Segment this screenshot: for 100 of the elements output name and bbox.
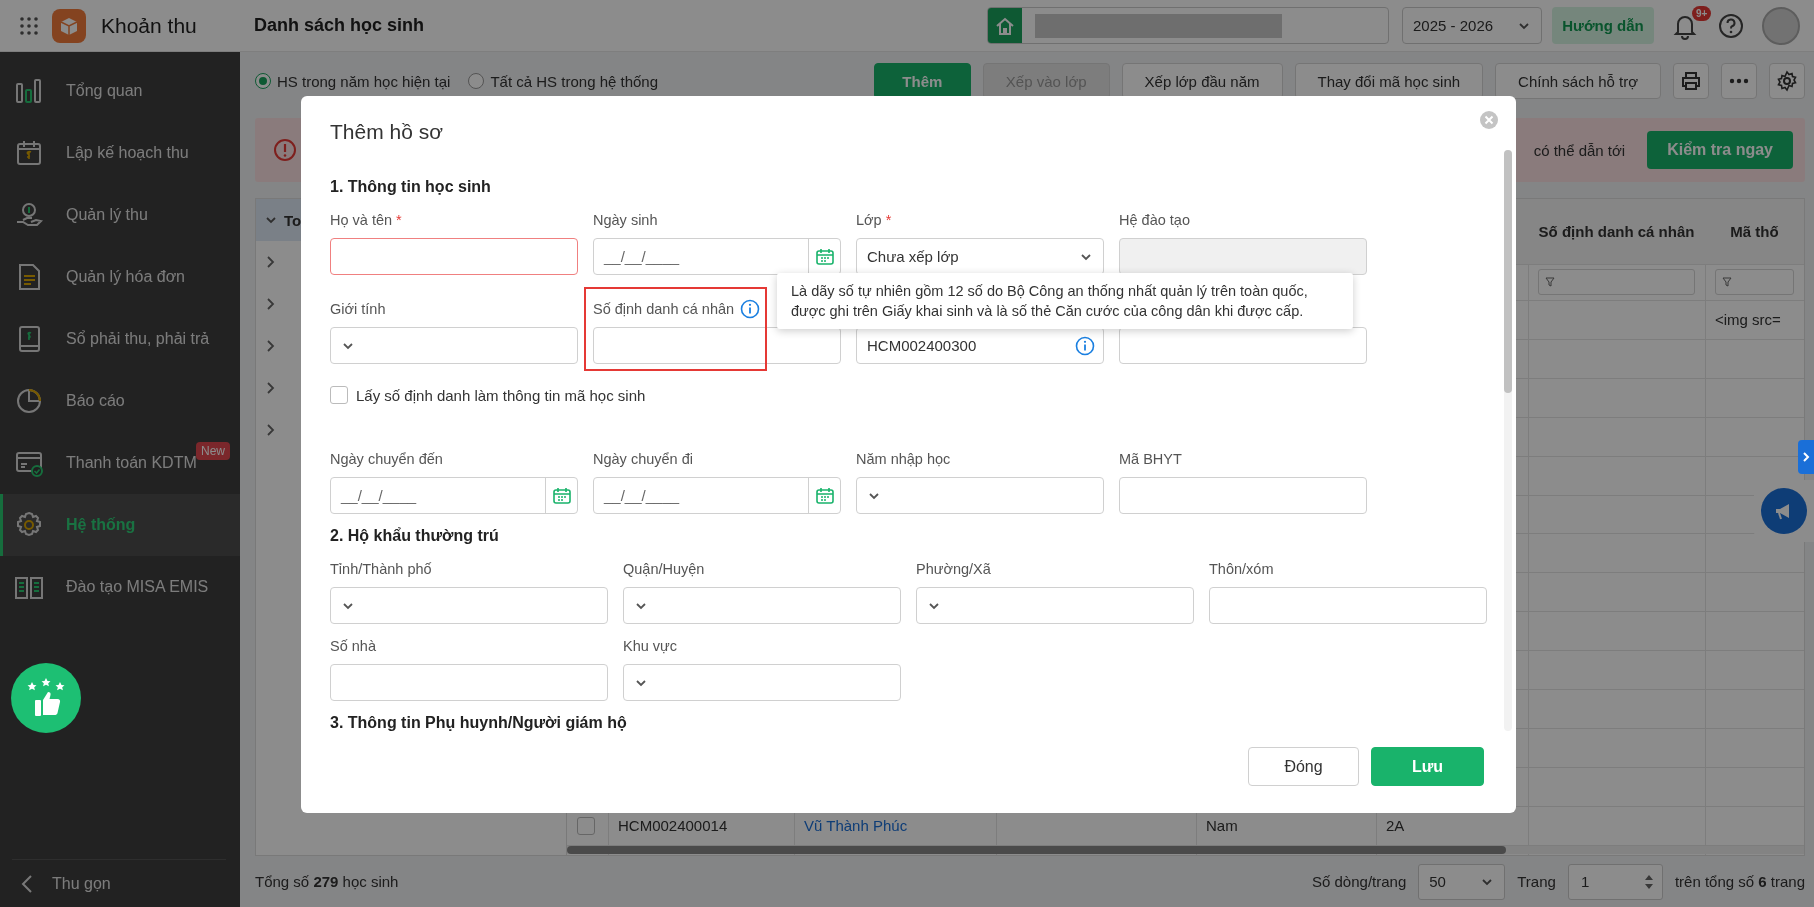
select-field[interactable]: Chưa xếp lớp [856,238,1104,275]
expand-tab[interactable] [1798,440,1814,474]
field-label: Ngày chuyển đến [330,451,443,467]
sidebar-item[interactable]: Lập kế hoạch thu [0,122,240,184]
more-button[interactable] [1721,63,1757,99]
select-field[interactable] [330,587,608,624]
radio-button[interactable] [468,73,485,89]
alert-text: có thể dẫn tới [1533,141,1626,159]
page-title: Danh sách học sinh [254,15,425,36]
field-label: Số nhà [330,638,376,654]
printer-icon [1680,70,1702,92]
input-field[interactable]: HCM002400300 [856,327,1104,364]
toolbar-button[interactable]: Thay đổi mã học sinh [1294,63,1484,99]
calendar-icon[interactable] [814,485,835,506]
row-checkbox[interactable] [577,817,595,835]
info-icon[interactable] [1075,335,1095,356]
apps-icon[interactable] [20,16,38,35]
field-label: Quận/Huyện [623,561,705,577]
select-field[interactable] [623,664,901,701]
select-field[interactable] [856,477,1104,514]
toolbar-button[interactable]: Xếp lớp đầu năm [1121,63,1283,99]
total-count: Tổng số 279 học sinh [255,873,399,890]
calendar-icon[interactable] [551,485,572,506]
info-icon[interactable] [740,299,761,319]
input-field[interactable] [1209,587,1487,624]
field-label: Hệ đào tạo [1119,212,1190,228]
school-field[interactable] [987,7,1389,44]
save-button[interactable]: Lưu [1371,747,1484,786]
print-button[interactable] [1673,63,1709,99]
avatar[interactable] [1762,6,1800,45]
field-label: Năm nhập học [856,451,951,467]
filter-field[interactable] [1715,269,1794,296]
date-field[interactable]: __/__/____ [593,477,841,514]
settings-icon [1776,70,1798,92]
tooltip-text: Là dãy số tự nhiên gồm 12 số do Bộ Công an thống nhất quản lý trên toàn quốc, [791,282,1309,301]
app-logo [52,8,86,43]
field-label: Phường/Xã [916,561,991,577]
sidebar-item[interactable]: Báo cáo [0,370,240,432]
app-title: Khoản thu [101,13,198,38]
calendar-icon[interactable] [814,246,835,267]
field-label: Mã BHYT [1119,451,1182,467]
sidebar-item[interactable]: Hệ thống [0,494,240,556]
input-field[interactable] [330,238,578,275]
sidebar-item[interactable]: Quản lý hóa đơn [0,246,240,308]
dialog-title: Thêm hồ sơ [329,119,444,145]
table-cell-text: Nam [1205,816,1239,837]
page-label: Trang [1517,873,1556,890]
field-label: Giới tính [330,301,386,317]
checkbox[interactable] [330,386,348,404]
megaphone-button[interactable] [1761,488,1807,534]
page-field[interactable]: 1 [1567,863,1663,900]
field-label: Ngày sinh [593,212,658,228]
close-button[interactable]: Đóng [1248,747,1359,786]
menu-icon [14,138,44,168]
guide-button[interactable]: Hướng dẫn [1552,7,1654,44]
toolbar-button[interactable]: Thêm [873,63,971,99]
section-title: 3. Thông tin Phụ huynh/Người giám hộ [330,714,628,733]
filter-icon[interactable] [1545,277,1555,288]
sidebar-item[interactable]: Đào tạo MISA EMIS [0,556,240,618]
date-field[interactable]: __/__/____ [330,477,578,514]
field-label: Thôn/xóm [1209,561,1274,577]
radio-label: HS trong năm học hiện tại [277,72,451,90]
help-icon[interactable] [1718,12,1744,39]
sidebar-item[interactable]: Tổng quan [0,60,240,122]
radio-label: Tất cả HS trong hệ thống [490,72,659,90]
sidebar-item[interactable]: Sổ phải thu, phải trả [0,308,240,370]
filter-icon[interactable] [1722,277,1732,288]
input-field[interactable] [1119,327,1367,364]
radio-button[interactable] [255,73,271,89]
year-select[interactable]: 2025 - 2026 [1402,7,1542,44]
input-field[interactable] [1119,477,1367,514]
field-label: Lớp * [856,212,892,228]
table-cell-text: <img src= [1714,310,1782,331]
settings-button[interactable] [1769,63,1805,99]
scrollbar[interactable] [1504,150,1512,393]
chevron-left-icon [20,873,34,894]
section-title: 2. Hộ khẩu thường trú [330,527,500,546]
new-badge: New [196,442,230,460]
date-field[interactable]: __/__/____ [593,238,841,275]
collapse-button[interactable]: Thu gọn [12,859,226,907]
scrollbar[interactable] [567,846,1506,854]
input-field[interactable] [593,327,841,364]
filter-field[interactable] [1538,269,1695,296]
menu-icon [14,76,44,106]
select-field[interactable] [330,327,578,364]
input-field[interactable] [330,664,608,701]
table-cell-text: HCM002400014 [617,816,729,837]
select-field[interactable] [623,587,901,624]
column-header: Mã thố [1729,221,1780,242]
column-header: Số định danh cá nhân [1537,221,1696,242]
checkbox-label: Lấy số định danh làm thông tin mã học sinh [356,386,646,404]
more-icon [1729,78,1749,84]
close-icon[interactable] [1479,110,1499,130]
select-field[interactable] [916,587,1194,624]
tooltip-text: được ghi trên Giấy khai sinh và là số thẻ Căn cước của công dân khi được cấp. [791,302,1305,321]
check-button[interactable]: Kiểm tra ngay [1647,131,1793,169]
rows-per-page-select[interactable]: 50 [1418,863,1506,900]
sidebar-item[interactable]: Thanh toán KDTM New [0,432,240,494]
sidebar-item[interactable]: Quản lý thu [0,184,240,246]
toolbar-button[interactable]: Chính sách hỗ trợ [1495,63,1661,99]
